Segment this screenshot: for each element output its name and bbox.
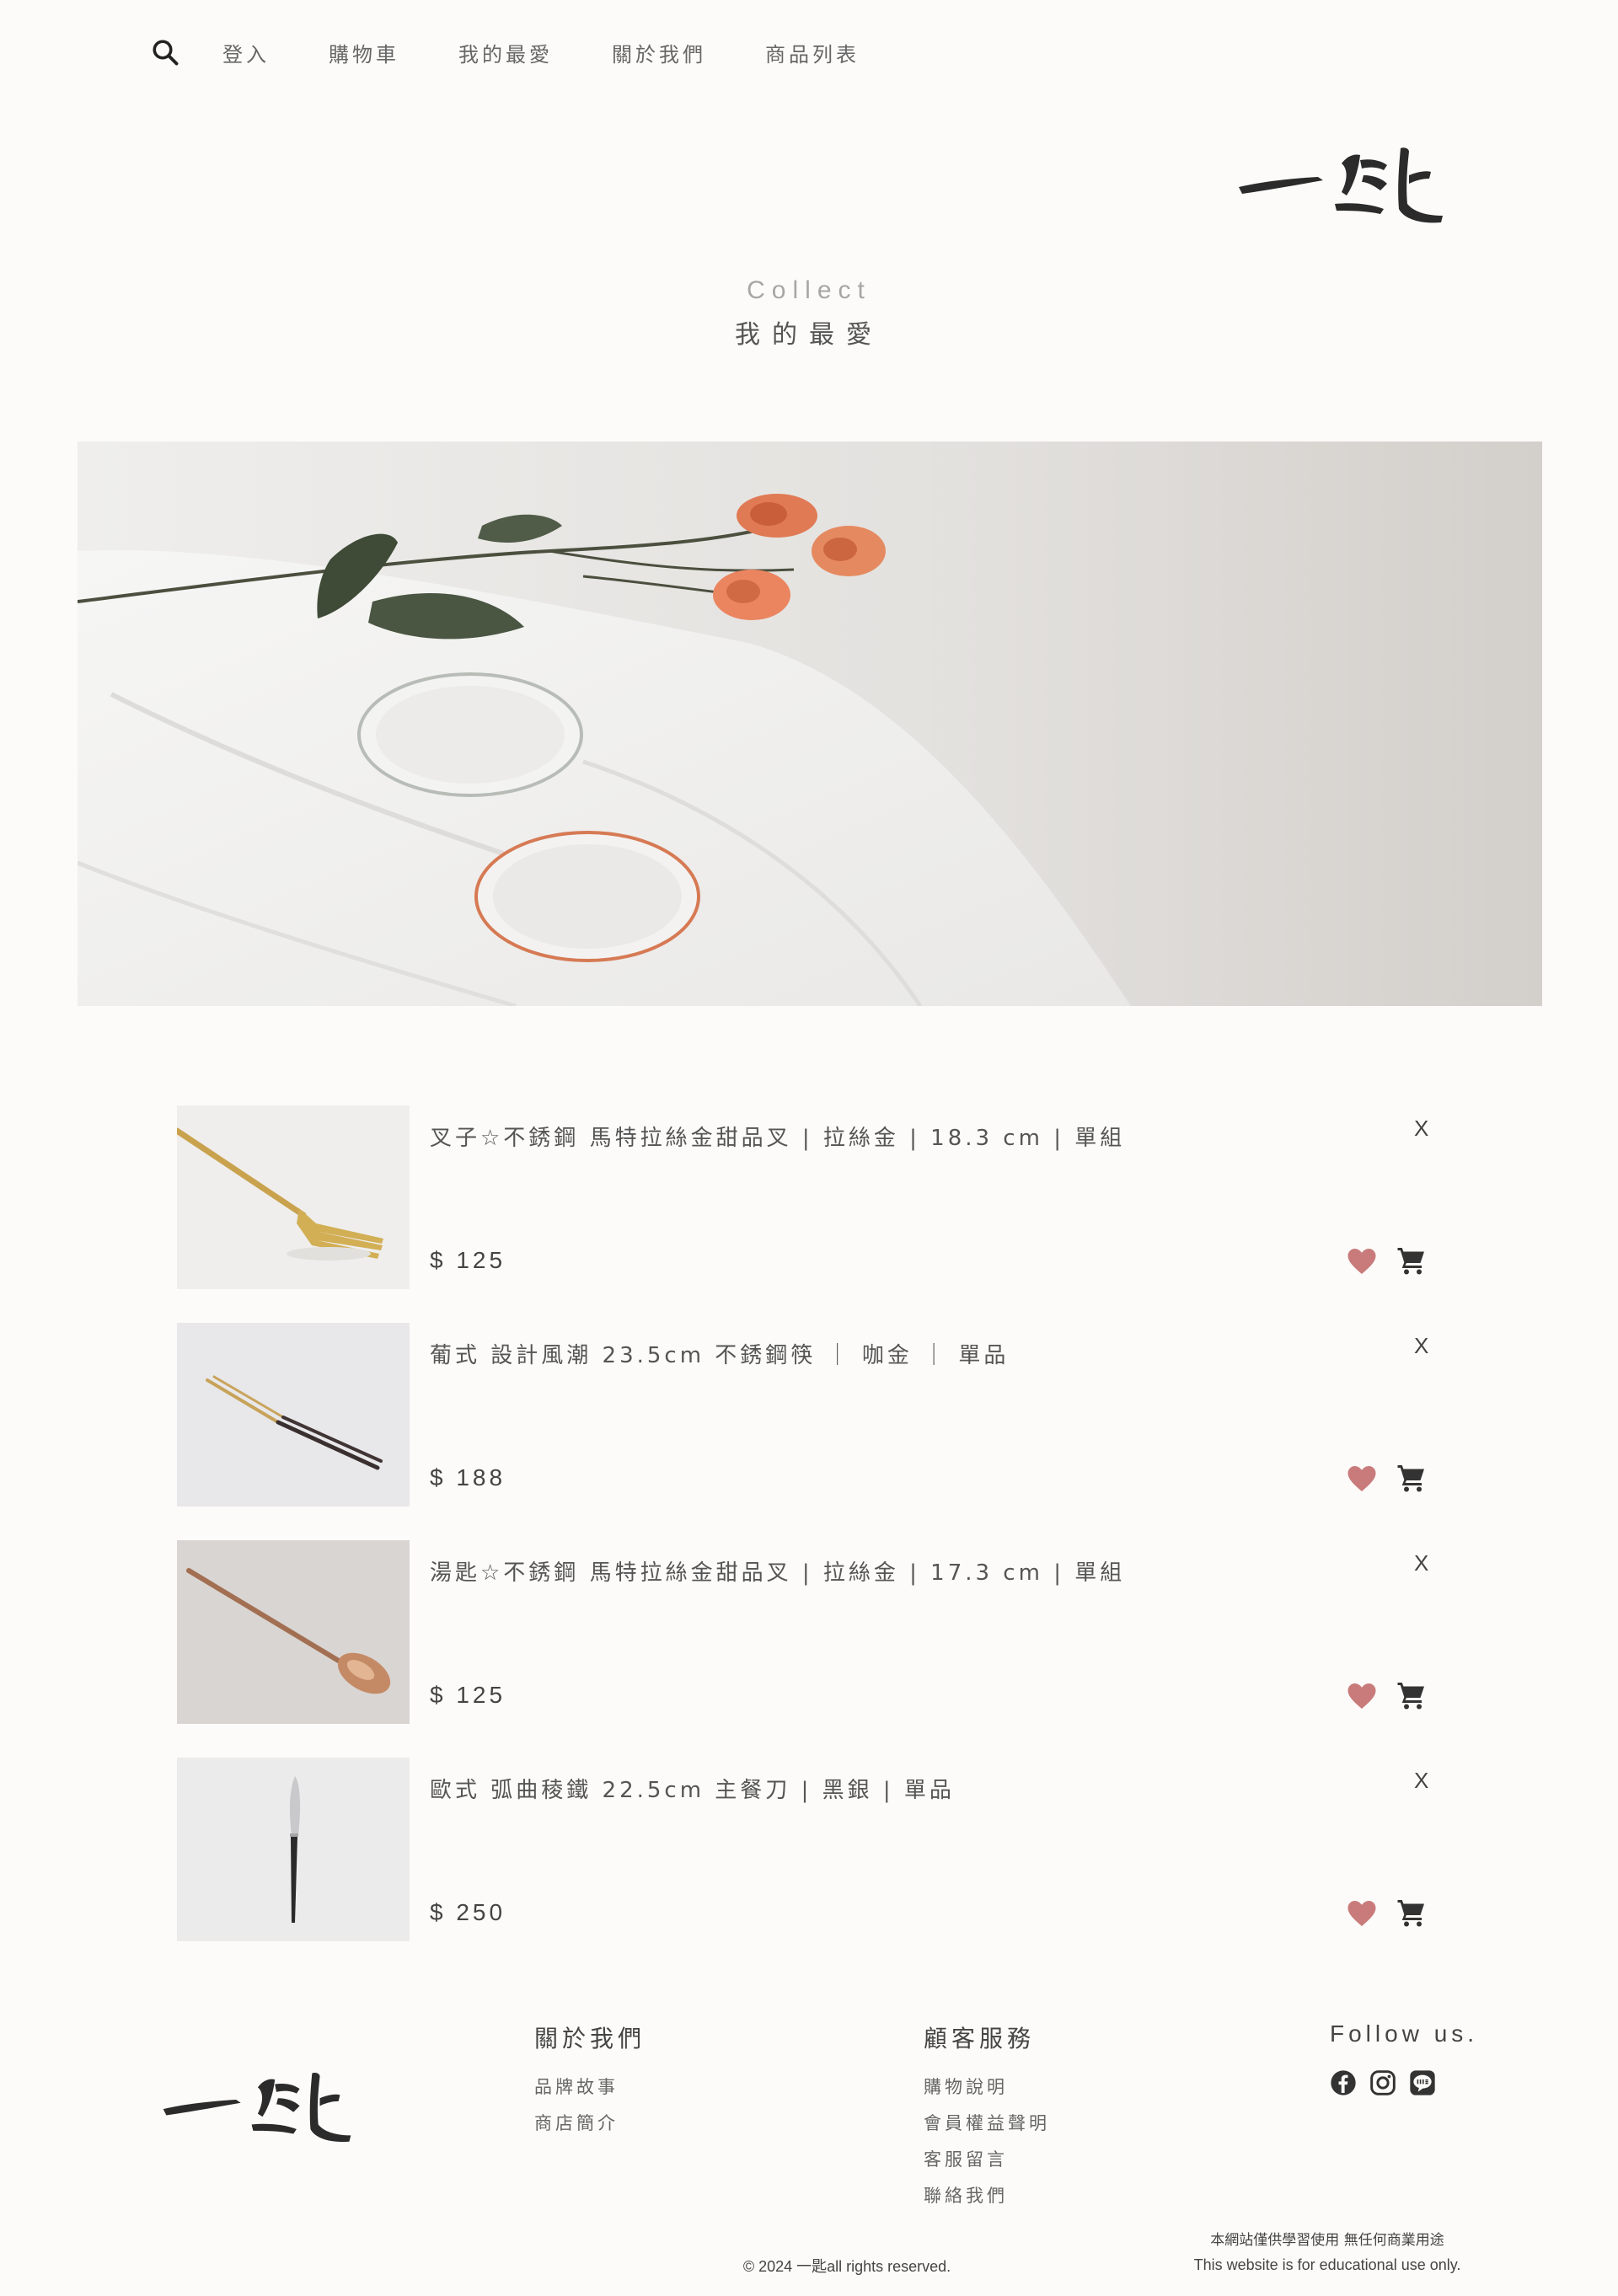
product-price: $ 125 [430, 1682, 506, 1708]
nav-login[interactable]: 登入 [222, 38, 270, 67]
page-title: 我的最愛 [735, 320, 883, 350]
product-name[interactable]: 葡式 設計風潮 23.5cm 不銹鋼筷 ｜ 咖金 ｜ 單品 [430, 1338, 1009, 1369]
facebook-icon[interactable] [1330, 2069, 1357, 2096]
nav-favorites[interactable]: 我的最愛 [458, 38, 553, 67]
line-icon[interactable] [1409, 2069, 1436, 2096]
cart-icon[interactable] [1396, 1897, 1428, 1928]
top-nav: 登入 購物車 我的最愛 關於我們 商品列表 [150, 37, 919, 67]
disclaimer-zh: 本網站僅供學習使用 無任何商業用途 [1210, 2232, 1444, 2249]
favorite-item: 叉子☆不銹鋼 馬特拉絲金甜品叉 | 拉絲金 | 18.3 cm | 單組 $ 1… [177, 1105, 1433, 1289]
product-thumbnail[interactable] [177, 1540, 410, 1724]
product-name[interactable]: 叉子☆不銹鋼 馬特拉絲金甜品叉 | 拉絲金 | 18.3 cm | 單組 [430, 1121, 1125, 1152]
page-heading: Collect 我的最愛 [0, 276, 1618, 351]
product-name[interactable]: 湯匙☆不銹鋼 馬特拉絲金甜品叉 | 拉絲金 | 17.3 cm | 單組 [430, 1555, 1125, 1587]
search-icon[interactable] [150, 37, 180, 67]
favorite-item: 歐式 弧曲稜鐵 22.5cm 主餐刀 | 黑銀 | 單品 $ 250 X [177, 1758, 1433, 1941]
footer-follow-title: Follow us. [1330, 2020, 1479, 2047]
footer-link-message[interactable]: 客服留言 [924, 2142, 1050, 2178]
remove-button[interactable]: X [1414, 1333, 1428, 1359]
favorite-item: 葡式 設計風潮 23.5cm 不銹鋼筷 ｜ 咖金 ｜ 單品 $ 188 X [177, 1323, 1433, 1507]
disclaimer-en: This website is for educational use only… [1193, 2256, 1461, 2273]
product-price: $ 188 [430, 1464, 506, 1491]
footer-service-title: 顧客服務 [924, 2025, 1036, 2052]
nav-about[interactable]: 關於我們 [612, 38, 706, 67]
heart-icon[interactable] [1347, 1682, 1377, 1710]
footer-logo[interactable] [160, 2066, 354, 2154]
footer-about: 關於我們 品牌故事 商店簡介 [534, 2020, 646, 2142]
nav-cart[interactable]: 購物車 [329, 38, 399, 67]
heart-icon[interactable] [1347, 1899, 1377, 1928]
cart-icon[interactable] [1396, 1463, 1428, 1493]
product-price: $ 250 [430, 1899, 506, 1925]
remove-button[interactable]: X [1414, 1550, 1428, 1576]
favorite-item: 湯匙☆不銹鋼 馬特拉絲金甜品叉 | 拉絲金 | 17.3 cm | 單組 $ 1… [177, 1540, 1433, 1724]
product-thumbnail[interactable] [177, 1758, 410, 1941]
product-thumbnail[interactable] [177, 1323, 410, 1507]
page-heading-en: Collect [747, 276, 871, 304]
footer-link-brand-story[interactable]: 品牌故事 [534, 2069, 646, 2106]
heart-icon[interactable] [1347, 1247, 1377, 1276]
hero-image [78, 442, 1542, 1006]
footer-link-store-intro[interactable]: 商店簡介 [534, 2106, 646, 2142]
footer-link-shopping-guide[interactable]: 購物說明 [924, 2069, 1050, 2106]
social-icons [1330, 2069, 1478, 2096]
instagram-icon[interactable] [1369, 2069, 1396, 2096]
footer-link-member-rights[interactable]: 會員權益聲明 [924, 2106, 1050, 2142]
cart-icon[interactable] [1396, 1245, 1428, 1276]
remove-button[interactable]: X [1414, 1116, 1428, 1142]
nav-products[interactable]: 商品列表 [765, 38, 860, 67]
remove-button[interactable]: X [1414, 1768, 1428, 1794]
footer-about-title: 關於我們 [534, 2025, 646, 2052]
product-name[interactable]: 歐式 弧曲稜鐵 22.5cm 主餐刀 | 黑銀 | 單品 [430, 1773, 955, 1804]
product-thumbnail[interactable] [177, 1105, 410, 1289]
favorites-list: 叉子☆不銹鋼 馬特拉絲金甜品叉 | 拉絲金 | 18.3 cm | 單組 $ 1… [177, 1105, 1433, 1941]
brand-logo[interactable] [1235, 142, 1446, 234]
footer-service: 顧客服務 購物說明 會員權益聲明 客服留言 聯絡我們 [924, 2020, 1050, 2214]
footer-link-contact[interactable]: 聯絡我們 [924, 2178, 1050, 2214]
footer-follow: Follow us. [1330, 2020, 1478, 2096]
product-price: $ 125 [430, 1247, 506, 1273]
heart-icon[interactable] [1347, 1464, 1377, 1493]
cart-icon[interactable] [1396, 1680, 1428, 1710]
